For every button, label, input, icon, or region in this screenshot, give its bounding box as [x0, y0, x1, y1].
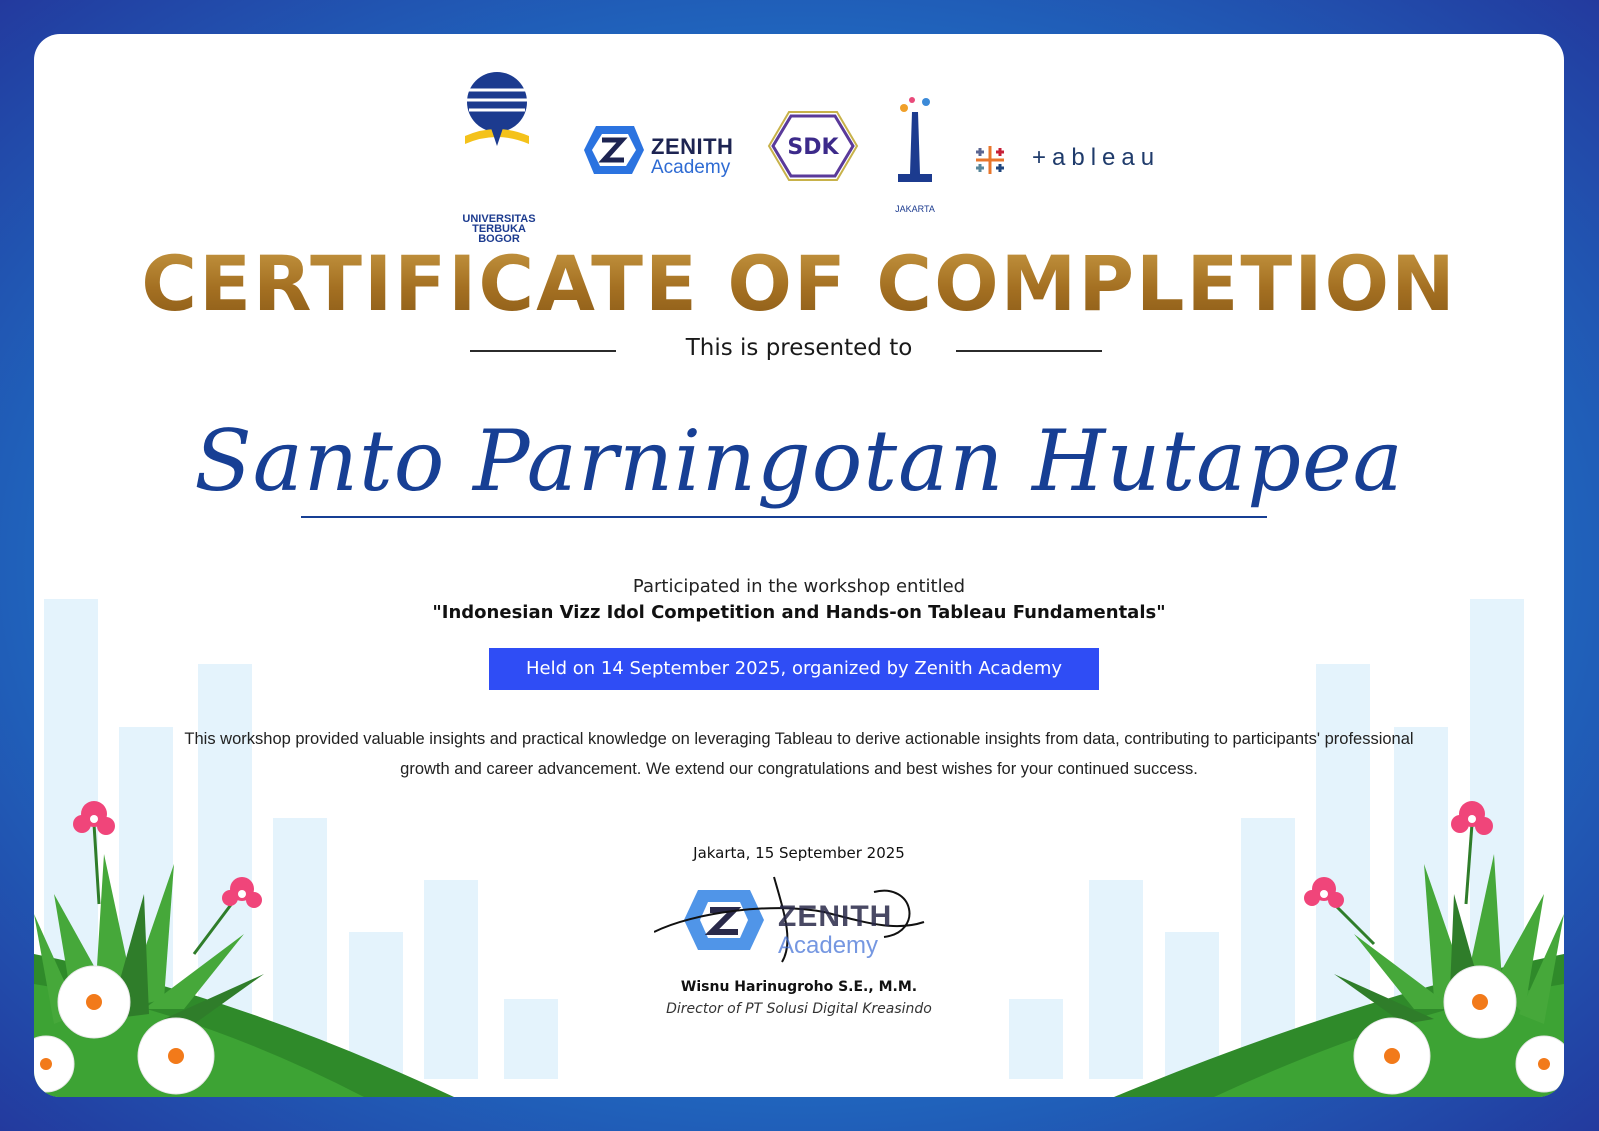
divider-right	[956, 350, 1102, 352]
zenith-logo-mark	[584, 126, 644, 174]
jakarta-caption: JAKARTA	[895, 204, 935, 214]
stamp-name: ZENITH	[778, 900, 893, 933]
description-text: This workshop provided valuable insights…	[184, 730, 1414, 778]
recipient-name: Santo Parningotan Hutapea	[194, 412, 1404, 510]
signer-name: Wisnu Harinugroho S.E., M.M.	[680, 979, 918, 995]
sdk-logo: SDK	[767, 111, 859, 181]
stamp-sub: Academy	[778, 932, 879, 959]
workshop-title: "Indonesian Vizz Idol Competition and Ha…	[432, 602, 1166, 623]
universitas-terbuka-logo	[465, 72, 529, 146]
tableau-wordmark: +ableau	[1032, 144, 1161, 171]
certificate-title: CERTIFICATE OF COMPLETION	[34, 239, 1564, 328]
place-date: Jakarta, 15 September 2025	[693, 844, 905, 862]
jakarta-monas-logo	[898, 97, 932, 182]
recipient-underline	[301, 516, 1267, 518]
certificate-card: UNIVERSITAS TERBUKA BOGOR ZENITH Academy…	[34, 34, 1564, 1097]
zenith-logo-sub: Academy	[651, 157, 731, 178]
held-banner: Held on 14 September 2025, organized by …	[489, 648, 1099, 690]
ut-caption-line1: UNIVERSITAS TERBUKA	[462, 213, 536, 235]
signer-role: Director of PT Solusi Digital Kreasindo	[666, 1001, 932, 1017]
presented-to-text: This is presented to	[685, 335, 913, 361]
sdk-logo-text: SDK	[787, 135, 839, 160]
participated-text: Participated in the workshop entitled	[632, 576, 966, 597]
tableau-mark	[976, 146, 1004, 174]
partner-logos: UNIVERSITAS TERBUKA BOGOR ZENITH Academy…	[34, 64, 1564, 245]
